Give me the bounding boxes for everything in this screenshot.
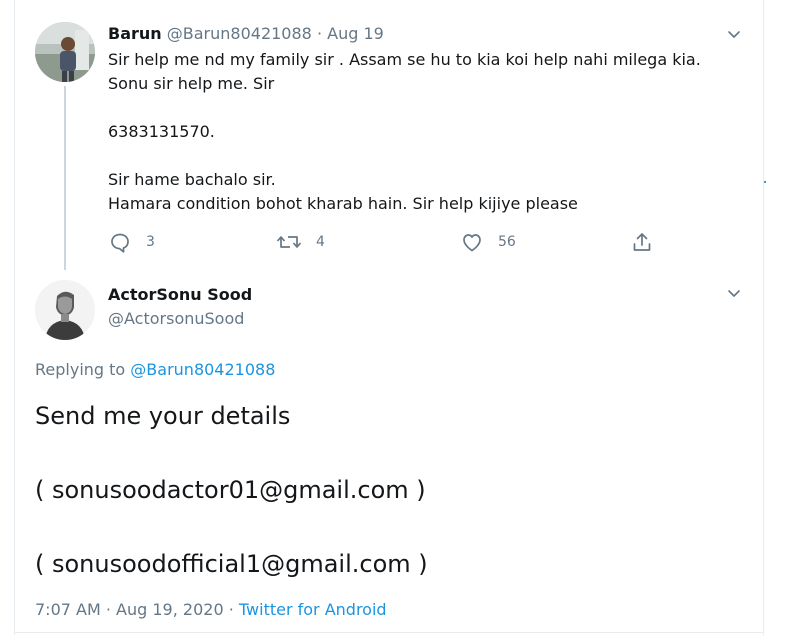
more-options-button[interactable] <box>723 282 745 304</box>
timeline-right-border <box>763 0 764 635</box>
chevron-down-icon <box>728 290 740 297</box>
chevron-down-icon <box>728 31 740 38</box>
tweet-text-line <box>35 435 428 472</box>
barun-avatar-image <box>35 22 95 82</box>
replying-to-link[interactable]: @Barun80421088 <box>130 360 275 379</box>
tweet-text-line: 6383131570. <box>108 122 215 141</box>
sonu-avatar-image <box>35 280 95 340</box>
author-name[interactable]: Barun <box>108 24 162 43</box>
tweet-date[interactable]: Aug 19 <box>327 24 384 43</box>
author-name[interactable]: ActorSonu Sood <box>108 284 252 306</box>
avatar[interactable] <box>35 22 95 82</box>
tweet-text-line: ( sonusoodofficial1@gmail.com ) <box>35 550 428 578</box>
tweet-text-line: Hamara condition bohot kharab hain. Sir … <box>108 194 578 213</box>
replying-prefix: Replying to <box>35 360 126 379</box>
divider <box>15 632 763 633</box>
like-button[interactable]: 56 <box>460 229 516 255</box>
separator-dot: · <box>105 600 111 619</box>
tweet-text-line: Sir hame bachalo sir. <box>108 170 276 189</box>
author-handle[interactable]: @Barun80421088 <box>167 24 312 43</box>
tweet-date[interactable]: Aug 19, 2020 <box>116 600 224 619</box>
tweet-text-line <box>35 509 428 546</box>
separator-dot: · <box>228 600 234 619</box>
tweet-text-line: ( sonusoodactor01@gmail.com ) <box>35 476 426 504</box>
tweet-source-link[interactable]: Twitter for Android <box>239 600 387 619</box>
retweet-icon <box>276 236 302 248</box>
tweet-text-line: Sonu sir help me. Sir <box>108 74 275 93</box>
like-count: 56 <box>498 234 516 250</box>
avatar[interactable] <box>35 280 95 340</box>
replying-to: Replying to @Barun80421088 <box>35 359 275 381</box>
tweet-time[interactable]: 7:07 AM <box>35 600 101 619</box>
share-icon <box>633 233 651 251</box>
tweet-text-line <box>108 96 748 120</box>
author-handle[interactable]: @ActorsonuSood <box>108 308 244 330</box>
tweet-metadata: 7:07 AM · Aug 19, 2020 · Twitter for And… <box>35 599 387 621</box>
scroll-marker <box>764 181 766 183</box>
reply-count: 3 <box>146 234 155 250</box>
thread-connector <box>64 86 66 270</box>
separator-dot: · <box>316 24 323 43</box>
focused-tweet[interactable]: ActorSonu Sood @ActorsonuSood Replying t… <box>15 270 763 635</box>
parent-tweet-header: Barun @Barun80421088 · Aug 19 <box>108 23 384 45</box>
tweet-text-line: Send me your details <box>35 402 291 430</box>
share-button[interactable] <box>630 229 654 255</box>
tweet-action-bar: 3 4 56 <box>108 229 668 255</box>
retweet-button[interactable]: 4 <box>276 229 325 255</box>
focused-tweet-text: Send me your details ( sonusoodactor01@g… <box>35 398 428 583</box>
reply-button[interactable]: 3 <box>108 229 155 255</box>
reply-icon <box>111 233 129 253</box>
like-icon <box>463 234 481 252</box>
tweet-text-line <box>108 144 748 168</box>
tweet-text-line: Sir help me nd my family sir . Assam se … <box>108 50 701 69</box>
parent-tweet[interactable]: Barun @Barun80421088 · Aug 19 Sir help m… <box>15 0 763 270</box>
parent-tweet-text: Sir help me nd my family sir . Assam se … <box>108 48 748 216</box>
more-options-button[interactable] <box>723 23 745 45</box>
retweet-count: 4 <box>316 234 325 250</box>
